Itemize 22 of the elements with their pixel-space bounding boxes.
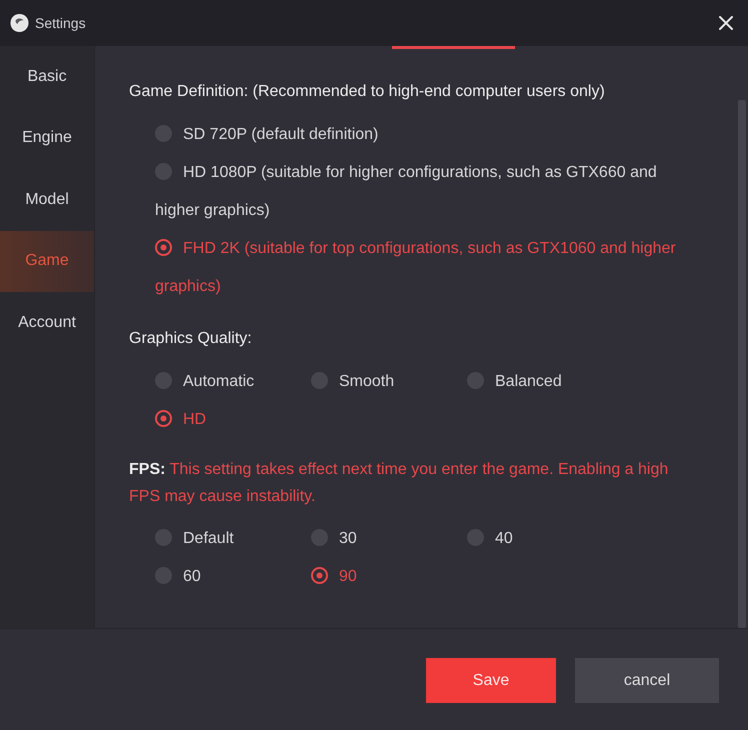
sidebar-item[interactable]: Basic [0, 46, 94, 108]
cancel-button[interactable]: cancel [575, 658, 719, 703]
close-button[interactable] [718, 15, 734, 31]
radio-option[interactable]: HD 1080P (suitable for higher configurations, such as GTX660 and higher graphics) [155, 154, 689, 230]
app-logo-icon [9, 13, 30, 33]
radio-option[interactable]: Balanced [467, 363, 623, 401]
radio-option[interactable]: Default [155, 520, 311, 558]
radio-option[interactable]: Automatic [155, 363, 311, 401]
section-heading: FPS: This setting takes effect next time you enter the game. Enabling a high FPS may cause instability. [129, 460, 670, 507]
sidebar-item[interactable]: Model [0, 169, 94, 230]
sidebar-item[interactable]: Account [0, 292, 94, 354]
sidebar-item[interactable]: Engine [0, 108, 94, 169]
radio-option[interactable]: Smooth [311, 363, 467, 401]
section-heading: Game Definition: (Recommended to high-end computer users only) [129, 82, 606, 102]
radio-option[interactable]: SD 720P (default definition) [155, 116, 689, 154]
window-title: Settings [35, 14, 86, 33]
radio-option[interactable]: 40 [467, 520, 623, 558]
scrollbar[interactable] [738, 100, 746, 628]
radio-option[interactable]: 60 [155, 558, 311, 596]
radio-option[interactable]: 30 [311, 520, 467, 558]
section-heading: Graphics Quality: [129, 329, 253, 349]
close-icon [719, 16, 733, 30]
